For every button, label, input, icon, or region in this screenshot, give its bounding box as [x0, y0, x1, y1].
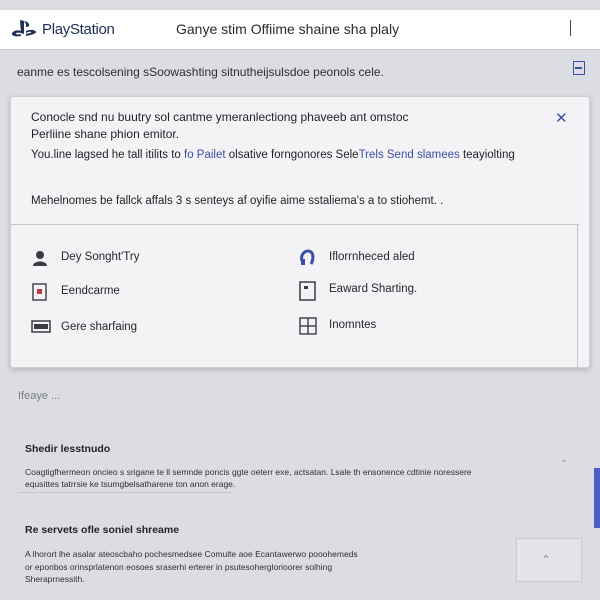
panel-line-1: Conocle snd nu buutry sol cantme ymeranl… [31, 110, 409, 124]
section-2-heading: Re servets ofle soniel shreame [25, 524, 180, 536]
section-1-text-2: equsittes tatrrsie ke tsumgbelsatharene … [25, 479, 236, 489]
option-label: Inomntes [329, 319, 377, 331]
close-icon[interactable]: ✕ [555, 109, 568, 127]
option-label: Eaward Sharting. [329, 283, 418, 295]
info-text: eanme es tescolsening sSoowashting sitnu… [17, 65, 384, 79]
controller-box-icon [31, 283, 49, 301]
section-2-text-1: A lhorort lhe asalar ateoscbaho pochesme… [25, 549, 358, 559]
option-label: Dey Songht'Try [61, 251, 140, 263]
logo-text: PlayStation [42, 20, 115, 38]
playstation-logo-icon [11, 20, 36, 37]
panel-line-3-mid: olsative forngonores Sele [228, 149, 359, 161]
screen-icon [31, 319, 51, 335]
playstation-logo[interactable]: PlayStation [10, 18, 115, 40]
chevron-up-icon: ⌃ [541, 553, 552, 567]
share-card-icon [299, 281, 317, 301]
option-2[interactable]: Eendcarme [31, 283, 120, 301]
app-header: PlayStation Ganye stim Offiime shaine sh… [0, 10, 600, 50]
panel-link-2[interactable]: Trels Send slamees [359, 149, 460, 161]
option-4[interactable]: Gere sharfaing [31, 319, 137, 335]
option-3[interactable]: Eaward Sharting. [299, 281, 418, 301]
panel-line-2: Perliine shane phion emitor. [31, 127, 180, 141]
scrollbar-thumb[interactable] [594, 468, 600, 528]
headset-icon [299, 249, 317, 265]
divider [11, 224, 579, 225]
chevron-icon[interactable]: ⌄ [560, 454, 568, 465]
scroll-up-button[interactable]: ⌃ [516, 538, 582, 582]
person-icon [31, 249, 49, 266]
sharing-panel: ✕ Conocle snd nu buutry sol cantme ymera… [10, 96, 590, 369]
option-label: Iflorrnheced aled [329, 251, 415, 263]
option-label: Eendcarme [61, 285, 120, 297]
panel-link-1[interactable]: fo Pailet [184, 149, 226, 161]
section-1-text-1: Coagtigfhermeon oncieo s srigane te ll s… [25, 467, 472, 477]
panel-edge-divider [577, 224, 578, 369]
panel-line-3-prefix: You.line lagsed he tall itilits to [31, 149, 181, 161]
panel-line-4: Mehelnomes be fallck affals 3 s senteys … [31, 195, 444, 207]
text-cursor [570, 20, 571, 36]
section-1-underline [18, 492, 233, 493]
option-1[interactable]: Iflorrnheced aled [299, 249, 415, 265]
top-band [0, 0, 600, 10]
option-0[interactable]: Dey Songht'Try [31, 249, 140, 266]
panel-line-3-suffix: teayiolting [462, 149, 515, 161]
bookmark-icon[interactable] [573, 61, 585, 75]
section-2-text-3: Sheraprnessith. [25, 574, 85, 584]
section-2-text-2: or eponbos orinsprlatenon eosoes sraserh… [25, 562, 333, 572]
panel-line-3: You.line lagsed he tall itilits to fo Pa… [31, 149, 515, 161]
page-title: Ganye stim Offiime shaine sha plaly [176, 21, 400, 37]
option-5[interactable]: Inomntes [299, 317, 377, 335]
grid-icon [299, 317, 317, 335]
section-caption: Ifeaye ... [18, 390, 61, 402]
section-1-heading: Shedir lesstnudo [25, 443, 111, 455]
option-label: Gere sharfaing [61, 321, 138, 333]
